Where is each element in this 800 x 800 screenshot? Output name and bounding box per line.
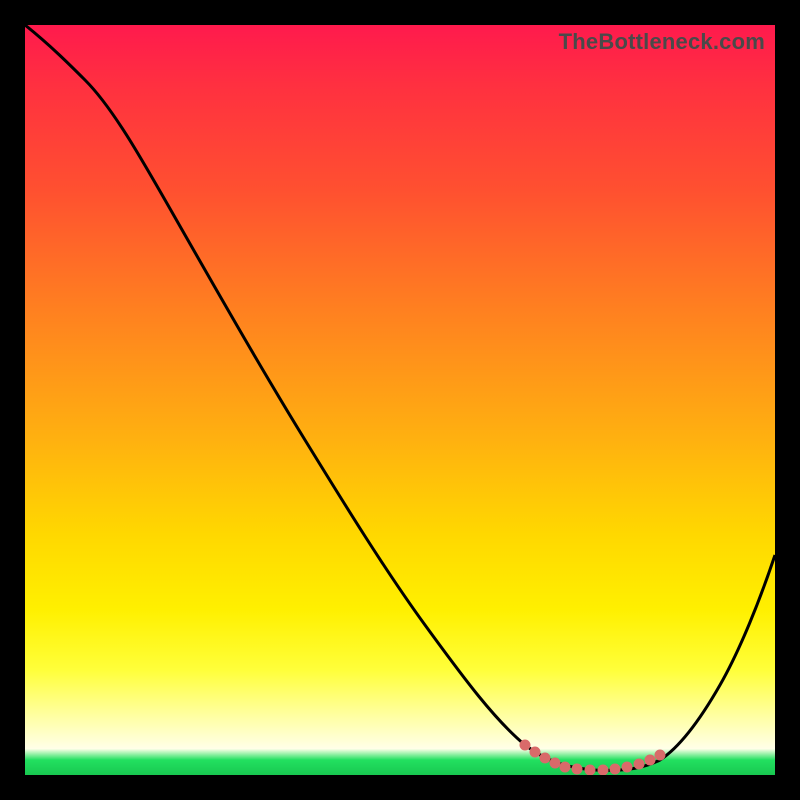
- watermark-text: TheBottleneck.com: [559, 29, 765, 55]
- valley-marker-dots: [520, 740, 665, 775]
- bottleneck-curve-path: [25, 25, 775, 770]
- plot-area: TheBottleneck.com: [25, 25, 775, 775]
- curve-layer: [25, 25, 775, 775]
- chart-frame: TheBottleneck.com: [25, 25, 775, 775]
